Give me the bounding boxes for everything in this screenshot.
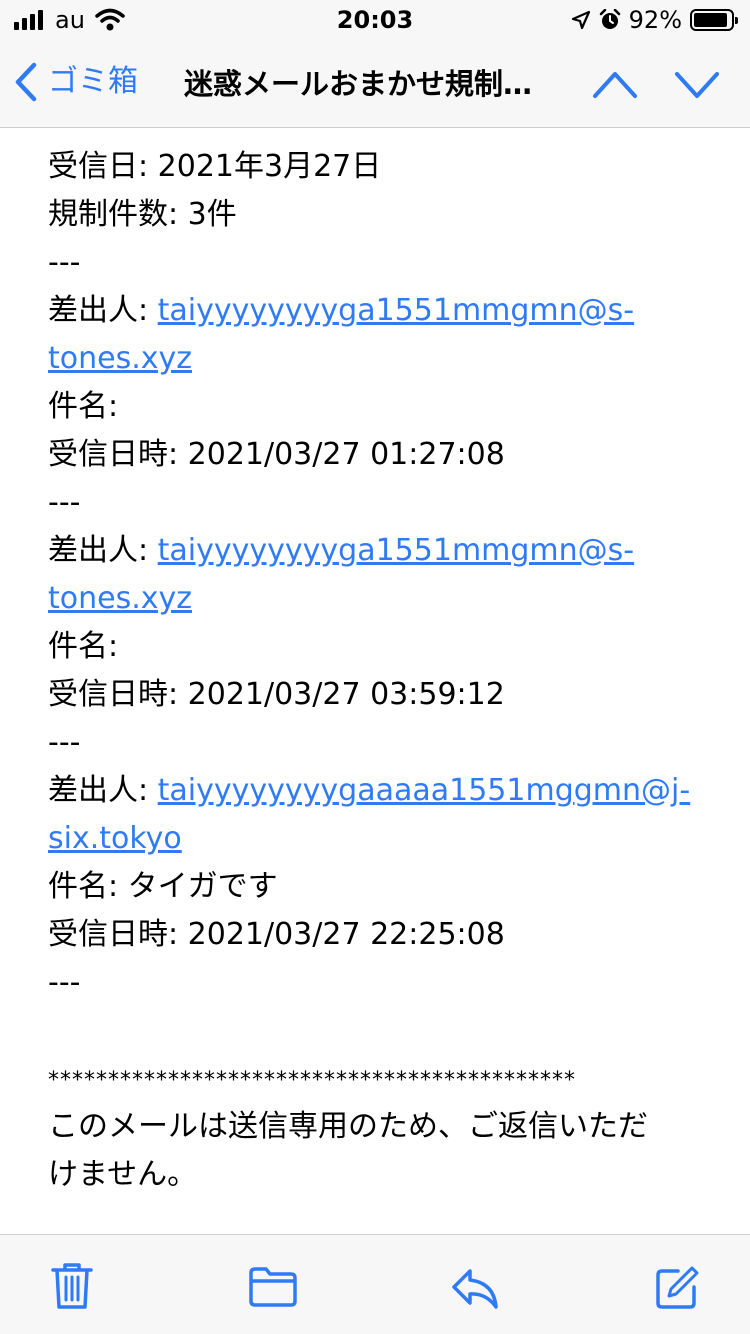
received-datetime: 受信日時: 2021/03/27 22:25:08 [48, 917, 505, 952]
reply-button[interactable] [450, 1267, 500, 1315]
subject-line: 件名: [48, 389, 119, 424]
back-label: ゴミ箱 [48, 64, 138, 99]
separator: --- [48, 485, 81, 520]
sender-line-continued: tones.xyz [48, 335, 192, 383]
reply-icon [452, 1269, 498, 1309]
blocked-count: 規制件数: 3件 [48, 197, 237, 232]
navigation-bar: ゴミ箱 迷惑メールおまかせ規制… [0, 40, 750, 128]
sender-line: 差出人: taiyyyyyyyygaaaaa1551mggmn@j- [48, 767, 690, 815]
sender-label: 差出人: [48, 533, 158, 568]
sender-email-link-continued[interactable]: tones.xyz [48, 581, 192, 616]
bottom-toolbar [0, 1234, 750, 1334]
sender-email-link[interactable]: taiyyyyyyyyga1551mmgmn@s- [158, 533, 634, 568]
compose-button[interactable] [654, 1265, 700, 1315]
sender-email-link[interactable]: taiyyyyyyyygaaaaa1551mggmn@j- [158, 773, 691, 808]
trash-icon [51, 1263, 93, 1309]
next-message-button[interactable] [674, 64, 720, 108]
sender-line-continued: tones.xyz [48, 575, 192, 623]
separator: --- [48, 965, 81, 1000]
page-title: 迷惑メールおまかせ規制… [184, 67, 533, 101]
move-to-folder-button[interactable] [248, 1265, 298, 1313]
location-icon [571, 10, 590, 30]
folder-icon [249, 1267, 297, 1307]
received-datetime: 受信日時: 2021/03/27 03:59:12 [48, 677, 505, 712]
chevron-left-icon [15, 62, 37, 102]
sender-email-link-continued[interactable]: six.tokyo [48, 821, 182, 856]
trash-button[interactable] [50, 1261, 94, 1315]
asterisk-divider: ****************************************… [48, 1068, 576, 1093]
compose-icon [656, 1266, 699, 1309]
separator: --- [48, 245, 81, 280]
sender-label: 差出人: [48, 293, 158, 328]
sender-email-link[interactable]: taiyyyyyyyyga1551mmgmn@s- [158, 293, 634, 328]
sender-label: 差出人: [48, 773, 158, 808]
sender-line-continued: six.tokyo [48, 815, 182, 863]
subject-line: 件名: [48, 629, 119, 664]
previous-message-button[interactable] [592, 64, 638, 108]
footer-notice-continued: けません。 [48, 1157, 198, 1192]
chevron-up-icon [593, 72, 637, 98]
separator: --- [48, 725, 81, 760]
alarm-icon [599, 9, 620, 29]
chevron-down-icon [675, 72, 719, 98]
sender-line: 差出人: taiyyyyyyyyga1551mmgmn@s- [48, 527, 634, 575]
back-button[interactable]: ゴミ箱 [14, 62, 138, 102]
battery-percent: 92% [628, 6, 682, 34]
mail-body: 受信日: 2021年3月27日 規制件数: 3件 --- 差出人: taiyyy… [0, 128, 750, 1234]
status-bar: au 20:03 92% [0, 0, 750, 40]
subject-line: 件名: タイガです [48, 869, 278, 904]
status-right: 92% [571, 5, 738, 35]
footer-notice: このメールは送信専用のため、ご返信いただ [48, 1109, 648, 1144]
received-date: 受信日: 2021年3月27日 [48, 149, 382, 184]
received-datetime: 受信日時: 2021/03/27 01:27:08 [48, 437, 505, 472]
sender-line: 差出人: taiyyyyyyyyga1551mmgmn@s- [48, 287, 634, 335]
battery-icon [690, 9, 738, 31]
sender-email-link-continued[interactable]: tones.xyz [48, 341, 192, 376]
